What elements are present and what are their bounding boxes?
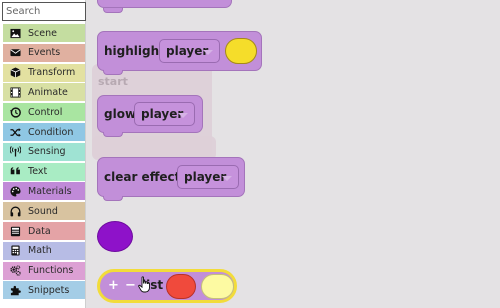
category-functions[interactable]: Functions (3, 261, 85, 280)
envelope-icon (9, 47, 21, 59)
ghost-start-label: start (98, 75, 128, 88)
search-input[interactable] (2, 2, 86, 21)
hand-cursor-icon (138, 276, 150, 293)
block-notch (103, 8, 123, 13)
clear-effects-label: clear effects (104, 170, 188, 184)
headphones-icon (9, 205, 21, 217)
material-color-block[interactable] (97, 221, 133, 252)
category-events[interactable]: Events (3, 43, 85, 62)
category-label: Events (28, 47, 61, 59)
history-icon (9, 106, 21, 118)
cogs-icon (9, 265, 21, 277)
cube-icon (9, 67, 21, 79)
partial-block-top[interactable] (97, 0, 232, 8)
category-label: Sensing (28, 146, 66, 158)
category-label: Scene (28, 27, 57, 39)
film-icon (9, 86, 21, 98)
antenna-icon (9, 146, 21, 158)
list-add-button[interactable]: + (108, 278, 119, 293)
highlight-color-swatch[interactable] (225, 38, 257, 64)
highlight-target-dropdown[interactable]: player (159, 39, 220, 63)
image-icon (9, 27, 21, 39)
block-notch (103, 132, 123, 137)
chevron-down-icon (178, 113, 188, 118)
category-label: Materials (28, 185, 72, 197)
category-label: Condition (28, 126, 74, 138)
category-scene[interactable]: Scene (3, 24, 85, 42)
category-data[interactable]: Data (3, 222, 85, 240)
chevron-down-icon (203, 50, 213, 55)
category-control[interactable]: Control (3, 103, 85, 122)
category-label: Control (28, 106, 63, 118)
block-notch (103, 196, 123, 201)
shuffle-icon (9, 126, 21, 138)
block-notch (103, 70, 123, 75)
category-animate[interactable]: Animate (3, 83, 85, 102)
category-label: Animate (28, 86, 68, 98)
category-text[interactable]: Text (3, 162, 85, 181)
puzzle-icon (9, 284, 21, 296)
category-label: Math (28, 245, 52, 257)
calculator-icon (9, 245, 21, 257)
category-label: Snippets (28, 284, 70, 296)
palette-icon (9, 185, 21, 197)
highlight-label: highlight (104, 44, 165, 58)
category-math[interactable]: Math (3, 241, 85, 260)
highlight-target-label: player (166, 44, 209, 58)
clear-effects-target-label: player (184, 170, 227, 184)
category-transform[interactable]: Transform (3, 63, 85, 82)
category-label: Sound (28, 205, 58, 217)
category-sidebar: Scene Events Transform Animate Control Condit… (0, 0, 86, 308)
category-label: Functions (28, 265, 74, 277)
quote-icon (9, 166, 21, 178)
list-item-red[interactable] (166, 274, 196, 299)
category-label: Data (28, 225, 51, 237)
category-condition[interactable]: Condition (3, 123, 85, 141)
category-sensing[interactable]: Sensing (3, 142, 85, 161)
category-label: Text (28, 166, 48, 178)
glow-label: glow (104, 107, 137, 121)
category-snippets[interactable]: Snippets (3, 281, 85, 300)
clear-effects-target-dropdown[interactable]: player (177, 165, 239, 189)
list-remove-button[interactable]: − (125, 278, 136, 293)
category-sound[interactable]: Sound (3, 202, 85, 221)
list-item-yellow[interactable] (201, 274, 234, 299)
glow-target-dropdown[interactable]: player (134, 102, 195, 126)
category-materials[interactable]: Materials (3, 182, 85, 201)
workspace[interactable]: start highlight player glow player clear… (87, 0, 500, 308)
chevron-down-icon (222, 176, 232, 181)
glow-target-label: player (141, 107, 184, 121)
database-icon (9, 225, 21, 237)
category-label: Transform (28, 67, 76, 79)
